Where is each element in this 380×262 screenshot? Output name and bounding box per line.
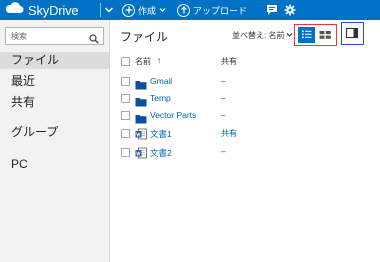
tile-view-icon [317,30,334,47]
details-pane-button[interactable] [341,22,364,45]
shared-column-header[interactable]: 共有 [221,56,237,68]
chevron-down-icon [159,5,166,15]
sort-label: 並べ替え: 名前 [232,31,285,40]
list-view-button[interactable] [298,27,315,43]
sidebar: 検索 ファイル 最近 共有 グループ PC [0,20,110,262]
sidebar-item-pc[interactable]: PC [0,156,110,173]
notification-icon[interactable] [266,3,278,21]
divider [100,3,101,17]
upload-button[interactable]: アップロード [177,2,247,18]
shared-status: – [221,147,226,156]
file-name-link[interactable]: Temp [150,93,171,103]
brand-name: SkyDrive [28,2,79,18]
sort-dropdown[interactable]: 並べ替え: 名前 [232,30,293,41]
chevron-down-icon [286,31,293,40]
sort-arrow-icon: ↑ [157,56,161,65]
row-checkbox[interactable] [121,94,130,103]
create-label: 作成 [138,5,157,16]
file-name-link[interactable]: 文書2 [150,147,172,159]
shared-status: – [221,77,226,86]
folder-icon [135,77,147,95]
brand[interactable]: SkyDrive [4,1,79,19]
sidebar-item-groups[interactable]: グループ [0,124,110,141]
search-placeholder: 検索 [11,32,27,41]
shared-status: – [221,111,226,120]
file-name-link[interactable]: 文書1 [150,128,172,140]
search-input[interactable]: 検索 [5,27,104,45]
upload-icon [177,3,190,17]
page-title: ファイル [120,30,169,44]
create-button[interactable]: 作成 [122,2,166,18]
shared-link[interactable]: 共有 [221,128,237,139]
word-document-icon [135,146,147,164]
shared-status: – [221,94,226,103]
row-checkbox[interactable] [121,129,130,138]
folder-icon [135,94,147,112]
row-checkbox[interactable] [121,148,130,157]
details-pane-icon [342,27,362,47]
name-column-header[interactable]: 名前 [135,56,151,68]
file-name-link[interactable]: Vector Parts [150,110,196,120]
file-name-link[interactable]: Gmail [150,76,172,86]
row-checkbox[interactable] [121,111,130,120]
gear-icon[interactable] [284,3,296,21]
search-icon[interactable] [89,31,99,49]
sidebar-item-recent[interactable]: 最近 [0,73,110,90]
select-all-checkbox[interactable] [121,57,130,66]
row-checkbox[interactable] [121,77,130,86]
top-bar: SkyDrive 作成 アップロード [0,0,380,20]
cloud-icon [4,1,24,19]
main-content: ファイル 並べ替え: 名前 名前 ↑ 共有 Gmail – Temp – Vec… [110,20,380,262]
view-mode-group [294,24,337,46]
word-document-icon [135,127,147,145]
upload-label: アップロード [193,5,248,16]
list-view-icon [298,30,315,47]
plus-icon [122,3,135,17]
sidebar-item-shared[interactable]: 共有 [0,94,110,111]
sidebar-item-files[interactable]: ファイル [0,52,110,69]
thumbnail-view-button[interactable] [317,27,334,43]
